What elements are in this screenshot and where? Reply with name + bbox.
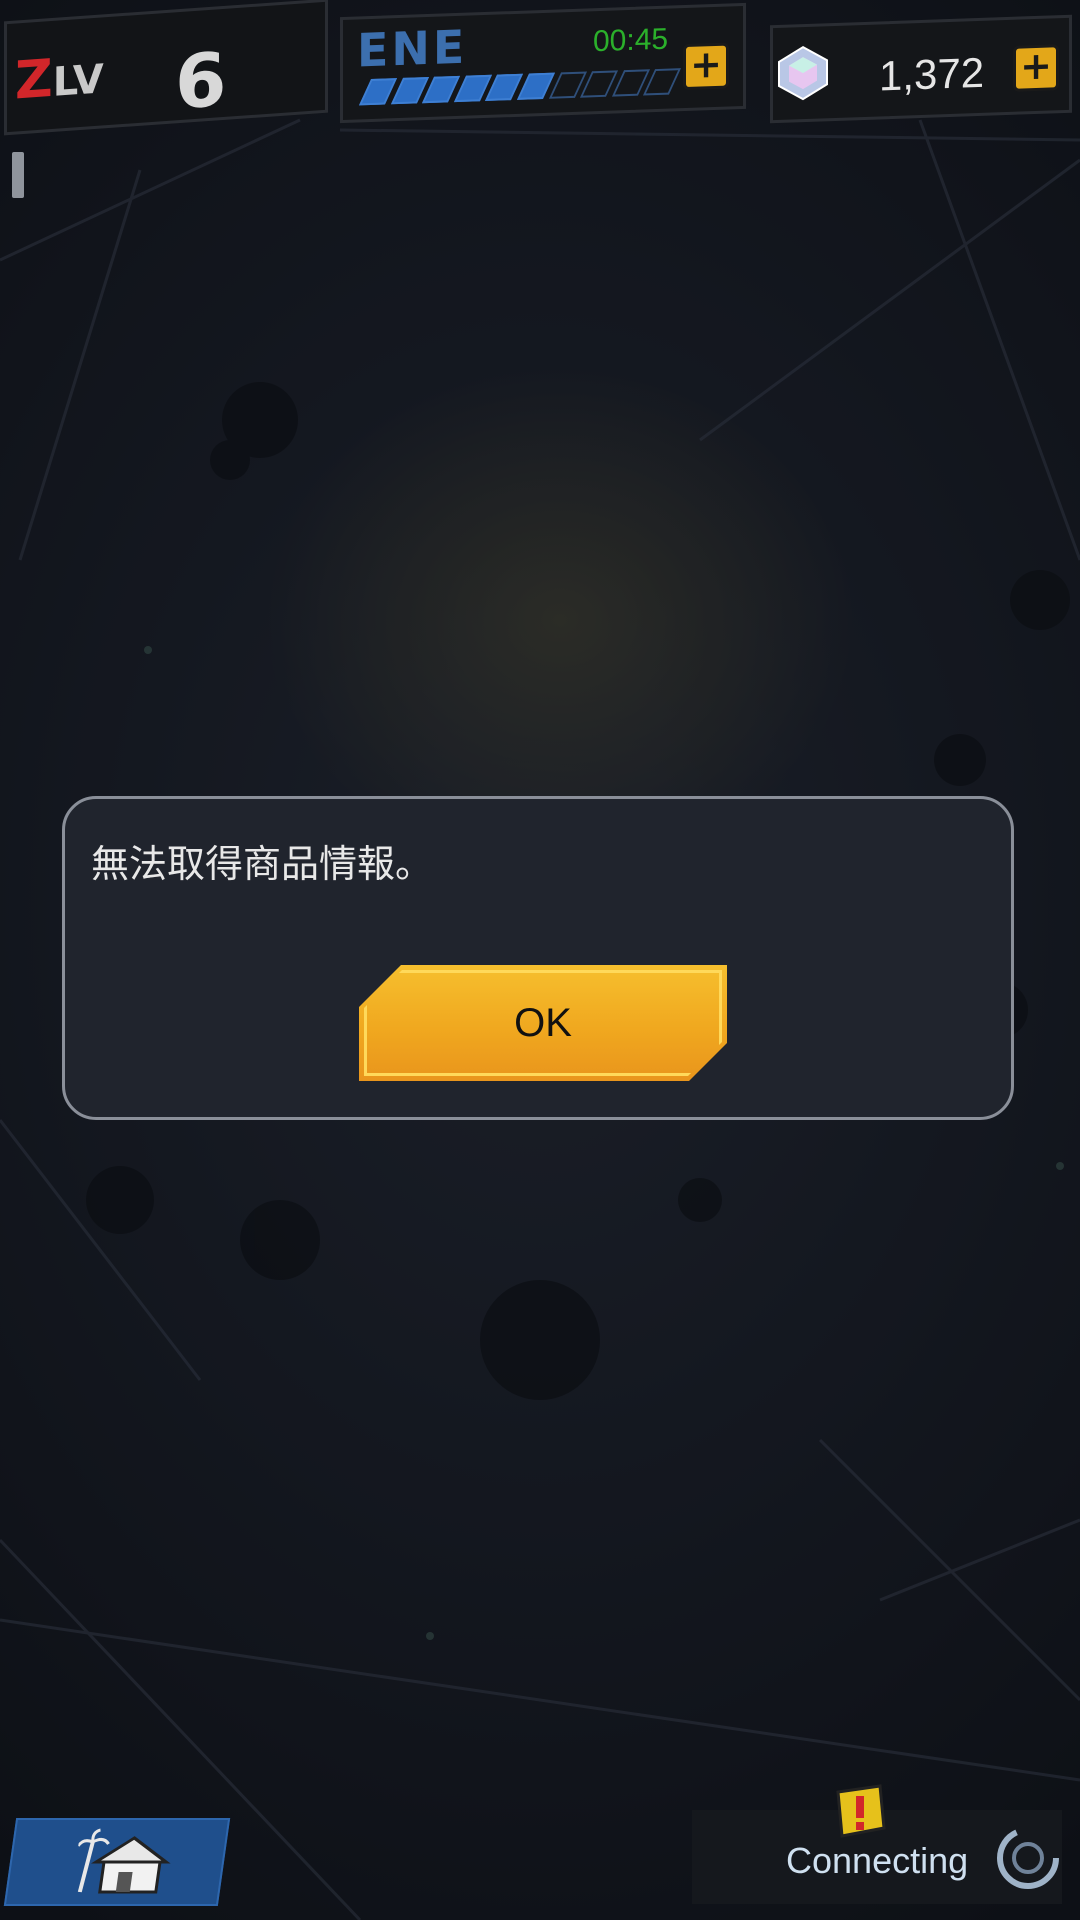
energy-label: ENE	[357, 19, 468, 78]
error-dialog: 無法取得商品情報。 OK	[62, 796, 1014, 1120]
ok-button[interactable]: OK	[359, 965, 727, 1081]
connecting-status: Connecting	[786, 1840, 969, 1881]
spinner-icon	[997, 1827, 1059, 1889]
energy-panel: ENE 00:45 +	[340, 2, 746, 124]
gems-add-button[interactable]: +	[1013, 43, 1059, 92]
gems-count: 1,372	[879, 48, 985, 100]
gem-icon	[778, 45, 828, 101]
top-hud: ZLV 6 ENE 00:45 + 1,372 +	[0, 0, 1080, 198]
alert-icon	[836, 1784, 886, 1838]
level-tag: ZLV	[15, 48, 104, 112]
home-icon	[77, 1828, 171, 1894]
energy-timer: 00:45	[593, 22, 669, 59]
plus-icon: +	[690, 41, 722, 87]
dialog-message: 無法取得商品情報。	[91, 842, 434, 886]
player-level-panel[interactable]: ZLV 6	[4, 0, 328, 136]
side-drawer-handle[interactable]	[12, 152, 24, 198]
gems-panel: 1,372 +	[770, 14, 1072, 124]
plus-icon: +	[1020, 43, 1052, 89]
energy-segment	[643, 68, 681, 96]
energy-add-button[interactable]: +	[683, 41, 729, 91]
home-button[interactable]	[3, 1818, 231, 1906]
ok-button-label: OK	[514, 1000, 572, 1045]
level-value: 6	[175, 36, 227, 127]
